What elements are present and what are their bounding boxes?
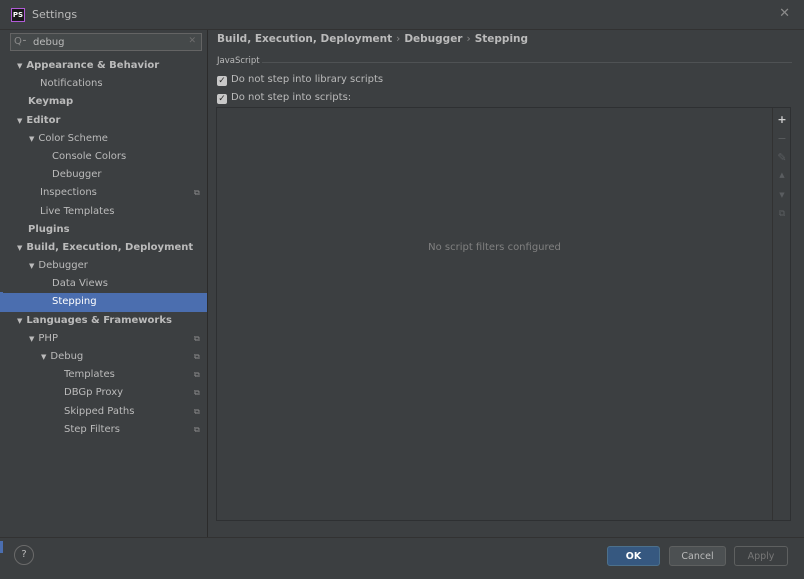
tree-item-build-execution-deployment[interactable]: ▼ Build, Execution, Deployment [0, 239, 207, 257]
settings-sidebar: Q⁃ ✕ ▼Appearance & Behavior Notification… [0, 30, 208, 537]
add-icon[interactable]: + [773, 113, 791, 126]
expand-arrow-icon: ▼ [17, 116, 23, 125]
tree-item-editor[interactable]: ▼ Editor [0, 112, 207, 130]
tree-item-dbgp-proxy[interactable]: DBGp Proxy ⧉ [0, 384, 207, 402]
expand-arrow-icon: ▼ [17, 243, 23, 252]
tree-item-label: Color Scheme [38, 132, 108, 144]
option-label: Do not step into scripts: [231, 92, 352, 103]
breadcrumb: Build, Execution, Deployment › Debugger › St… [217, 33, 528, 45]
tree-item-php[interactable]: ▼ PHP ⧉ [0, 330, 207, 348]
section-title-javascript: JavaScript [217, 56, 260, 66]
script-filters-list[interactable]: No script filters configured + − ✎ ▲ ▼ ⧉ [216, 107, 791, 521]
library-scripts-option[interactable]: ✓ Do not step into library scripts [217, 74, 383, 86]
ok-button[interactable]: OK [607, 546, 660, 566]
expand-arrow-icon: ▼ [17, 316, 23, 325]
tree-item-inspections[interactable]: Inspections ⧉ [0, 184, 207, 202]
tree-item-color-scheme[interactable]: ▼ Color Scheme [0, 130, 207, 148]
tree-item-label: Console Colors [52, 150, 127, 162]
settings-tree: ▼ Appearance & Behavior Notifications Key… [0, 57, 207, 439]
copy-icon[interactable]: ⧉ [773, 209, 791, 219]
tree-item-plugins[interactable]: Plugins [0, 221, 207, 239]
tree-item-debugger-colors[interactable]: Debugger [0, 166, 207, 184]
tree-item-label: Keymap [28, 96, 74, 108]
tree-item-stepping[interactable]: Stepping [0, 293, 207, 312]
expand-arrow-icon: ▼ [41, 353, 47, 361]
clear-search-icon[interactable]: ✕ [188, 36, 196, 46]
tree-item-templates[interactable]: Templates ⧉ [0, 366, 207, 384]
tree-item-languages-frameworks[interactable]: ▼ Languages & Frameworks [0, 312, 207, 330]
list-toolbar: + − ✎ ▲ ▼ ⧉ [772, 108, 790, 520]
window-title: Settings [32, 8, 78, 21]
tree-item-label: Live Templates [40, 205, 115, 217]
tree-item-label: Skipped Paths [64, 405, 135, 417]
cancel-button[interactable]: Cancel [669, 546, 726, 566]
tree-item-label: Debug [50, 351, 84, 362]
tree-item-debugger[interactable]: ▼ Debugger [0, 257, 207, 275]
tree-item-label: Debugger [52, 169, 102, 181]
dialog-footer: ? OK Cancel Apply [0, 537, 804, 579]
tree-item-notifications[interactable]: Notifications [0, 75, 207, 93]
tree-item-data-views[interactable]: Data Views [0, 275, 207, 293]
search-icon: Q⁃ [14, 36, 27, 47]
tree-item-label: Debugger [38, 260, 88, 272]
tree-item-skipped-paths[interactable]: Skipped Paths ⧉ [0, 403, 207, 421]
tree-item-debug[interactable]: ▼ Debug ⧉ [0, 348, 207, 366]
edit-icon[interactable]: ✎ [773, 151, 791, 164]
breadcrumb-item: Stepping [474, 33, 529, 45]
tree-item-label: Editor [26, 114, 61, 126]
breadcrumb-item: Build, Execution, Deployment [217, 33, 393, 45]
tree-item-step-filters[interactable]: Step Filters ⧉ [0, 421, 207, 439]
expand-arrow-icon: ▼ [29, 262, 35, 271]
tree-item-label: Languages & Frameworks [26, 314, 172, 326]
search-box[interactable]: Q⁃ ✕ [10, 33, 202, 51]
scripts-option[interactable]: ✓ Do not step into scripts: [217, 92, 351, 104]
checkbox-scripts[interactable]: ✓ [217, 94, 227, 104]
close-icon[interactable]: ✕ [779, 6, 790, 21]
help-button[interactable]: ? [14, 545, 34, 565]
project-settings-icon: ⧉ [194, 370, 200, 380]
move-down-icon[interactable]: ▼ [773, 191, 791, 199]
edge-marker [0, 541, 3, 553]
tree-item-live-templates[interactable]: Live Templates [0, 203, 207, 221]
edge-marker [0, 292, 3, 310]
project-settings-icon: ⧉ [194, 406, 200, 416]
option-label: Do not step into library scripts [231, 74, 384, 85]
breadcrumb-separator: › [466, 33, 471, 45]
breadcrumb-item: Debugger [404, 33, 463, 45]
project-settings-icon: ⧉ [194, 352, 200, 361]
tree-item-label: Notifications [40, 78, 103, 90]
tree-item-label: Templates [64, 369, 115, 381]
tree-item-label: Stepping [52, 296, 97, 308]
tree-item-label: Inspections [40, 187, 97, 199]
tree-item-label: Appearance & Behavior [26, 60, 160, 71]
expand-arrow-icon: ▼ [29, 334, 35, 343]
tree-item-keymap[interactable]: Keymap [0, 93, 207, 111]
tree-item-label: Data Views [52, 278, 108, 290]
tree-item-label: Plugins [28, 223, 70, 235]
breadcrumb-separator: › [396, 33, 401, 45]
tree-item-label: PHP [38, 332, 58, 344]
section-divider [262, 62, 792, 63]
checkbox-library-scripts[interactable]: ✓ [217, 76, 227, 86]
empty-state-text: No script filters configured [428, 242, 561, 253]
apply-button[interactable]: Apply [734, 546, 788, 566]
project-settings-icon: ⧉ [194, 424, 200, 434]
title-bar: PS Settings ✕ [0, 0, 804, 30]
tree-item-label: DBGp Proxy [64, 387, 124, 399]
expand-arrow-icon: ▼ [17, 62, 23, 70]
phpstorm-app-icon: PS [11, 8, 25, 22]
project-settings-icon: ⧉ [194, 188, 200, 198]
tree-item-console-colors[interactable]: Console Colors [0, 148, 207, 166]
tree-item-appearance-behavior[interactable]: ▼ Appearance & Behavior [0, 57, 207, 75]
expand-arrow-icon: ▼ [29, 134, 35, 143]
move-up-icon[interactable]: ▲ [773, 171, 791, 179]
project-settings-icon: ⧉ [194, 333, 200, 343]
remove-icon[interactable]: − [773, 132, 791, 145]
tree-item-label: Step Filters [64, 423, 120, 435]
search-input[interactable] [33, 35, 183, 49]
project-settings-icon: ⧉ [194, 388, 200, 398]
tree-item-label: Build, Execution, Deployment [26, 241, 194, 253]
